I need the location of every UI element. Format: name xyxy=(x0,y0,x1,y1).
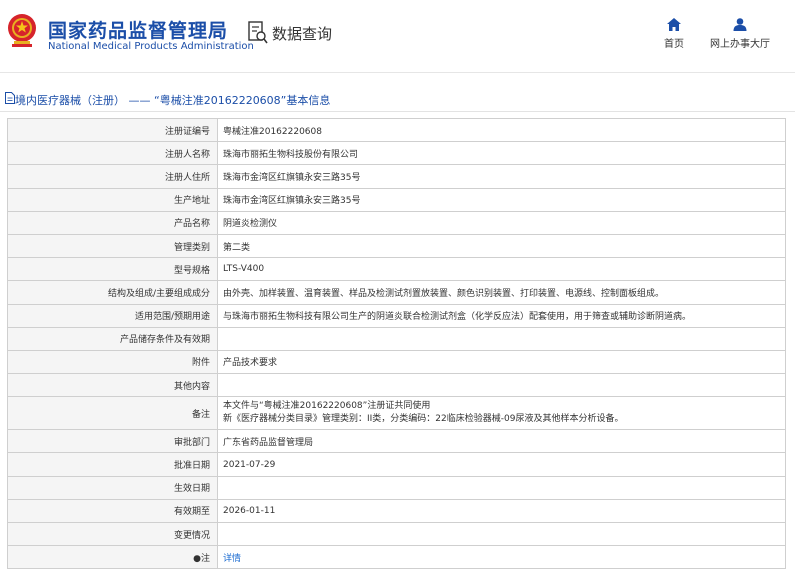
field-value: 2021-07-29 xyxy=(217,452,786,477)
field-label: 注册人住所 xyxy=(7,164,218,189)
table-row: 注册人名称 珠海市丽拓生物科技股份有限公司 xyxy=(7,141,786,166)
nav-online-hall[interactable]: 网上办事大厅 xyxy=(708,18,772,50)
field-value: 珠海市金湾区红旗镇永安三路35号 xyxy=(217,187,786,212)
nav-hall-label: 网上办事大厅 xyxy=(710,39,770,50)
field-value: 珠海市丽拓生物科技股份有限公司 xyxy=(217,141,786,166)
nav-home[interactable]: 首页 xyxy=(660,18,688,50)
field-value-line: 新《医疗器械分类目录》管理类别：II类，分类编码：22临床检验器械-09尿液及其… xyxy=(223,414,624,425)
table-row: 附件 产品技术要求 xyxy=(7,349,786,375)
field-value: 本文件与“粤械注准20162220608”注册证共同使用新《医疗器械分类目录》管… xyxy=(217,396,786,431)
table-row: 审批部门 广东省药品监督管理局 xyxy=(7,429,786,454)
table-row: 管理类别 第二类 xyxy=(7,233,786,259)
nav-home-label: 首页 xyxy=(664,39,684,50)
field-value: 2026-01-11 xyxy=(217,498,786,524)
data-query-link[interactable]: 数据查询 xyxy=(248,21,332,45)
field-label: 适用范围/预期用途 xyxy=(7,303,218,328)
field-label: 生产地址 xyxy=(7,187,218,212)
brand-title: 国家药品监督管理局 xyxy=(48,20,229,42)
data-query-label: 数据查询 xyxy=(272,24,333,43)
user-icon xyxy=(733,18,747,31)
table-row: 注册证编号 粤械注准20162220608 xyxy=(7,117,786,143)
brand-subtitle: National Medical Products Administration xyxy=(48,41,254,52)
field-value: 广东省药品监督管理局 xyxy=(217,429,786,454)
field-label: 注册人名称 xyxy=(7,141,218,166)
breadcrumb-title: “粤械注准20162220608”基本信息 xyxy=(154,94,331,107)
table-row: 型号规格 LTS-V400 xyxy=(7,257,786,282)
table-row: 注册人住所 珠海市金湾区红旗镇永安三路35号 xyxy=(7,164,786,189)
field-label: 产品储存条件及有效期 xyxy=(7,326,218,351)
details-link[interactable]: 详情 xyxy=(223,554,241,564)
field-label: 批准日期 xyxy=(7,452,218,477)
field-label: 型号规格 xyxy=(7,257,218,282)
field-value xyxy=(217,475,786,500)
national-emblem-icon xyxy=(8,14,36,47)
field-value-line: 本文件与“粤械注准20162220608”注册证共同使用 xyxy=(223,401,431,412)
field-label: 有效期至 xyxy=(7,498,218,524)
field-value: 阴道炎检测仪 xyxy=(217,210,786,235)
table-row: 有效期至 2026-01-11 xyxy=(7,498,786,524)
table-row: 结构及组成/主要组成成分 由外壳、加样装置、温育装置、样品及检测试剂置放装置、颜色… xyxy=(7,280,786,305)
field-label: 变更情况 xyxy=(7,521,218,547)
field-label: ●注 xyxy=(7,545,218,570)
breadcrumb-separator: —— xyxy=(128,94,151,107)
field-value xyxy=(217,521,786,547)
registration-detail-table: 注册证编号 粤械注准20162220608 注册人名称 珠海市丽拓生物科技股份有限公司… xyxy=(7,117,786,570)
table-row: 变更情况 xyxy=(7,521,786,547)
table-row: 适用范围/预期用途 与珠海市丽拓生物科技有限公司生产的阴道炎联合检测试剂盒（化学反… xyxy=(7,303,786,328)
field-label: 产品名称 xyxy=(7,210,218,235)
breadcrumb: 境内医疗器械（注册） —— “粤械注准20162220608”基本信息 xyxy=(0,86,795,112)
breadcrumb-text: 境内医疗器械（注册） —— “粤械注准20162220608”基本信息 xyxy=(15,92,330,108)
table-row: 生效日期 xyxy=(7,475,786,500)
header-divider xyxy=(0,72,795,73)
table-row: 其他内容 xyxy=(7,373,786,398)
field-value xyxy=(217,326,786,351)
field-value: 由外壳、加样装置、温育装置、样品及检测试剂置放装置、颜色识别装置、打印装置、电源… xyxy=(217,280,786,305)
field-label: 注册证编号 xyxy=(7,117,218,143)
field-value: 详情 xyxy=(217,545,786,570)
table-row: 产品储存条件及有效期 xyxy=(7,326,786,351)
field-label: 管理类别 xyxy=(7,233,218,259)
field-value: 第二类 xyxy=(217,233,786,259)
field-value: LTS-V400 xyxy=(217,257,786,282)
table-row: 批准日期 2021-07-29 xyxy=(7,452,786,477)
home-icon xyxy=(667,18,681,31)
site-header: 国家药品监督管理局 National Medical Products Admi… xyxy=(0,0,795,72)
field-value: 产品技术要求 xyxy=(217,349,786,375)
field-value xyxy=(217,373,786,398)
field-value: 粤械注准20162220608 xyxy=(217,117,786,143)
field-label: 附件 xyxy=(7,349,218,375)
field-label: 结构及组成/主要组成成分 xyxy=(7,280,218,305)
table-row: 产品名称 阴道炎检测仪 xyxy=(7,210,786,235)
field-value: 与珠海市丽拓生物科技有限公司生产的阴道炎联合检测试剂盒（化学反应法）配套使用，用… xyxy=(217,303,786,328)
field-label: 其他内容 xyxy=(7,373,218,398)
table-row: ●注 详情 xyxy=(7,545,786,570)
field-value: 珠海市金湾区红旗镇永安三路35号 xyxy=(217,164,786,189)
table-row: 备注 本文件与“粤械注准20162220608”注册证共同使用新《医疗器械分类目录… xyxy=(7,396,786,431)
search-document-icon xyxy=(248,21,268,44)
field-label: 审批部门 xyxy=(7,429,218,454)
table-row: 生产地址 珠海市金湾区红旗镇永安三路35号 xyxy=(7,187,786,212)
field-label: 生效日期 xyxy=(7,475,218,500)
field-label: 备注 xyxy=(7,396,218,431)
document-icon xyxy=(5,92,15,104)
breadcrumb-section[interactable]: 境内医疗器械（注册） xyxy=(15,94,125,107)
